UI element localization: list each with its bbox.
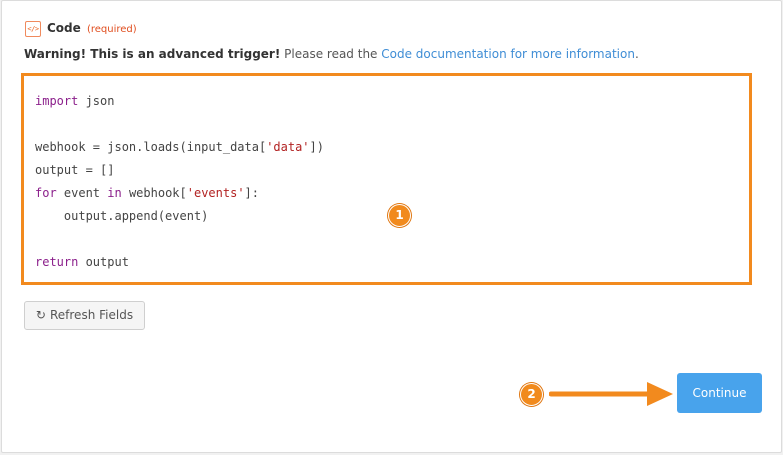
code-line: webhook = json.loads(input_data['data'])	[35, 140, 324, 154]
annotation-badge-1: 1	[388, 204, 411, 227]
code-line: import json	[35, 94, 115, 108]
code-documentation-link[interactable]: Code documentation for more information	[381, 47, 635, 61]
code-icon: </>	[25, 21, 41, 37]
code-label-text: Code	[47, 21, 81, 35]
continue-button[interactable]: Continue	[677, 373, 762, 413]
code-line: return output	[35, 255, 129, 269]
refresh-fields-button[interactable]: ↻ Refresh Fields	[24, 301, 145, 330]
code-line: output = []	[35, 163, 115, 177]
required-indicator: (required)	[86, 24, 137, 35]
code-editor[interactable]: import json webhook = json.loads(input_d…	[21, 73, 752, 285]
refresh-icon: ↻	[35, 308, 46, 322]
warning-end-text: .	[634, 47, 639, 61]
code-line: for event in webhook['events']:	[35, 186, 259, 200]
refresh-fields-label: Refresh Fields	[49, 308, 134, 322]
code-lines: import json webhook = json.loads(input_d…	[35, 90, 324, 274]
annotation-arrow-icon	[549, 382, 673, 406]
warning-text: Please read the	[280, 47, 382, 61]
annotation-badge-2: 2	[520, 383, 543, 406]
code-step-panel: </> Code (required) Warning! This is an …	[1, 0, 782, 453]
warning-bold-text: Warning! This is an advanced trigger!	[24, 47, 281, 61]
warning-message: Warning! This is an advanced trigger! Pl…	[24, 47, 639, 61]
code-line: output.append(event)	[35, 209, 209, 223]
code-field-label: Code (required)	[47, 21, 137, 35]
